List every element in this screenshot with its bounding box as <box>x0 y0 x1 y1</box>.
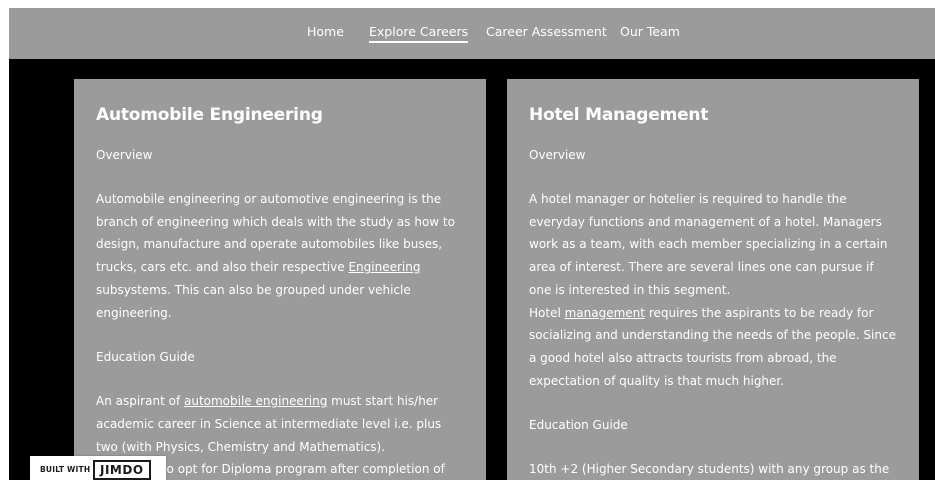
education-text-part: An aspirant of <box>96 394 184 409</box>
overview-text-continued: Hotel management requires the aspirants … <box>529 302 899 393</box>
overview-text: A hotel manager or hotelier is required … <box>529 192 888 297</box>
page: Home Explore Careers Career Assessment O… <box>0 0 935 480</box>
card-title: Automobile Engineering <box>96 105 323 125</box>
content-area: Automobile Engineering Overview Automobi… <box>9 59 935 480</box>
overview-text: Automobile engineering or automotive eng… <box>96 188 466 324</box>
education-text: An aspirant of automobile engineering mu… <box>96 390 466 458</box>
built-with-label: BUILT WITH <box>40 465 91 474</box>
nav-home[interactable]: Home <box>307 24 344 39</box>
education-guide-label: Education Guide <box>96 350 195 365</box>
overview-label: Overview <box>529 148 586 162</box>
nav-career-assessment[interactable]: Career Assessment <box>486 24 607 39</box>
card-title: Hotel Management <box>529 105 709 125</box>
engineering-link[interactable]: Engineering <box>348 260 420 274</box>
built-with-jimdo-badge[interactable]: BUILT WITH JIMDO <box>30 456 166 480</box>
management-link[interactable]: management <box>565 306 645 320</box>
nav-explore-careers[interactable]: Explore Careers <box>369 24 469 43</box>
career-card-automobile: Automobile Engineering Overview Automobi… <box>74 79 486 480</box>
nav-our-team[interactable]: Our Team <box>620 24 680 39</box>
automobile-engineering-link[interactable]: automobile engineering <box>184 394 327 408</box>
overview-text-part: Hotel <box>529 305 565 320</box>
overview-text-part: subsystems. This can also be grouped und… <box>96 282 411 320</box>
jimdo-logo: JIMDO <box>93 460 151 480</box>
career-card-hotel: Hotel Management Overview A hotel manage… <box>507 79 919 480</box>
overview-label: Overview <box>96 148 153 162</box>
top-navigation: Home Explore Careers Career Assessment O… <box>9 8 935 59</box>
education-guide-label: Education Guide <box>529 418 628 433</box>
education-text: 10th +2 (Higher Secondary students) with… <box>529 462 890 477</box>
